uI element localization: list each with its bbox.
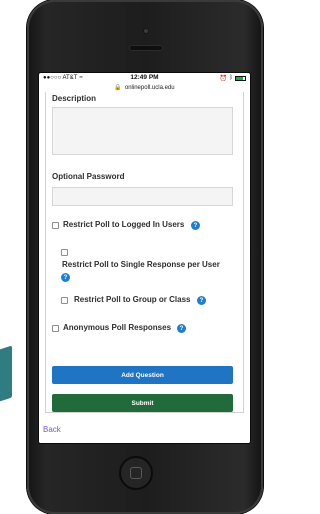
- restrict-single-response-checkbox[interactable]: [61, 249, 68, 256]
- restrict-single-response-help-icon[interactable]: ?: [61, 273, 70, 282]
- lock-icon: 🔒: [114, 85, 122, 91]
- bluetooth-icon: ᛒ: [229, 75, 233, 81]
- restrict-group-class-help-icon[interactable]: ?: [197, 296, 206, 305]
- phone-screen: ●●○○○ AT&T ≈ 12:49 PM ⏰ ᛒ 🔒 onlinepoll.u…: [39, 73, 250, 443]
- browser-url-bar[interactable]: 🔒 onlinepoll.ucla.edu: [39, 83, 250, 92]
- optional-password-input[interactable]: [52, 187, 233, 206]
- status-bar: ●●○○○ AT&T ≈ 12:49 PM ⏰ ᛒ: [39, 73, 250, 83]
- left-teal-decoration: [0, 345, 12, 411]
- restrict-group-class-checkbox[interactable]: [61, 297, 68, 304]
- battery-fill: [236, 76, 244, 80]
- status-right-group: ⏰ ᛒ: [220, 75, 246, 82]
- back-link[interactable]: Back: [43, 425, 61, 434]
- optional-password-label: Optional Password: [52, 172, 125, 181]
- anonymous-responses-help-icon[interactable]: ?: [177, 324, 186, 333]
- restrict-logged-in-label: Restrict Poll to Logged In Users: [63, 220, 185, 229]
- status-time: 12:49 PM: [130, 74, 159, 81]
- earpiece-slot: [130, 46, 162, 50]
- page-content: Description Optional Password Restrict P…: [39, 92, 250, 443]
- home-button-square: [130, 467, 142, 479]
- status-left-group: ●●○○○ AT&T ≈: [43, 75, 83, 81]
- add-question-button[interactable]: Add Question: [52, 366, 233, 384]
- phone-frame: ●●○○○ AT&T ≈ 12:49 PM ⏰ ᛒ 🔒 onlinepoll.u…: [27, 0, 263, 514]
- restrict-single-response-label: Restrict Poll to Single Response per Use…: [62, 260, 220, 269]
- description-textarea[interactable]: [52, 107, 233, 155]
- restrict-logged-in-checkbox[interactable]: [52, 222, 59, 229]
- submit-button[interactable]: Submit: [52, 394, 233, 412]
- carrier-text: ●●○○○ AT&T: [43, 75, 78, 81]
- home-button[interactable]: [119, 456, 153, 490]
- alarm-icon: ⏰: [219, 75, 228, 82]
- poll-form: Description Optional Password Restrict P…: [45, 92, 244, 413]
- restrict-logged-in-help-icon[interactable]: ?: [191, 221, 200, 230]
- page-canvas: ●●○○○ AT&T ≈ 12:49 PM ⏰ ᛒ 🔒 onlinepoll.u…: [0, 0, 266, 514]
- restrict-group-class-label: Restrict Poll to Group or Class: [74, 295, 191, 304]
- browser-url: onlinepoll.ucla.edu: [124, 84, 175, 91]
- anonymous-responses-checkbox[interactable]: [52, 325, 59, 332]
- anonymous-responses-label: Anonymous Poll Responses: [63, 323, 172, 332]
- battery-icon: [235, 75, 246, 81]
- description-label: Description: [52, 94, 97, 103]
- front-camera-dot: [143, 28, 149, 34]
- wifi-icon: ≈: [79, 75, 83, 81]
